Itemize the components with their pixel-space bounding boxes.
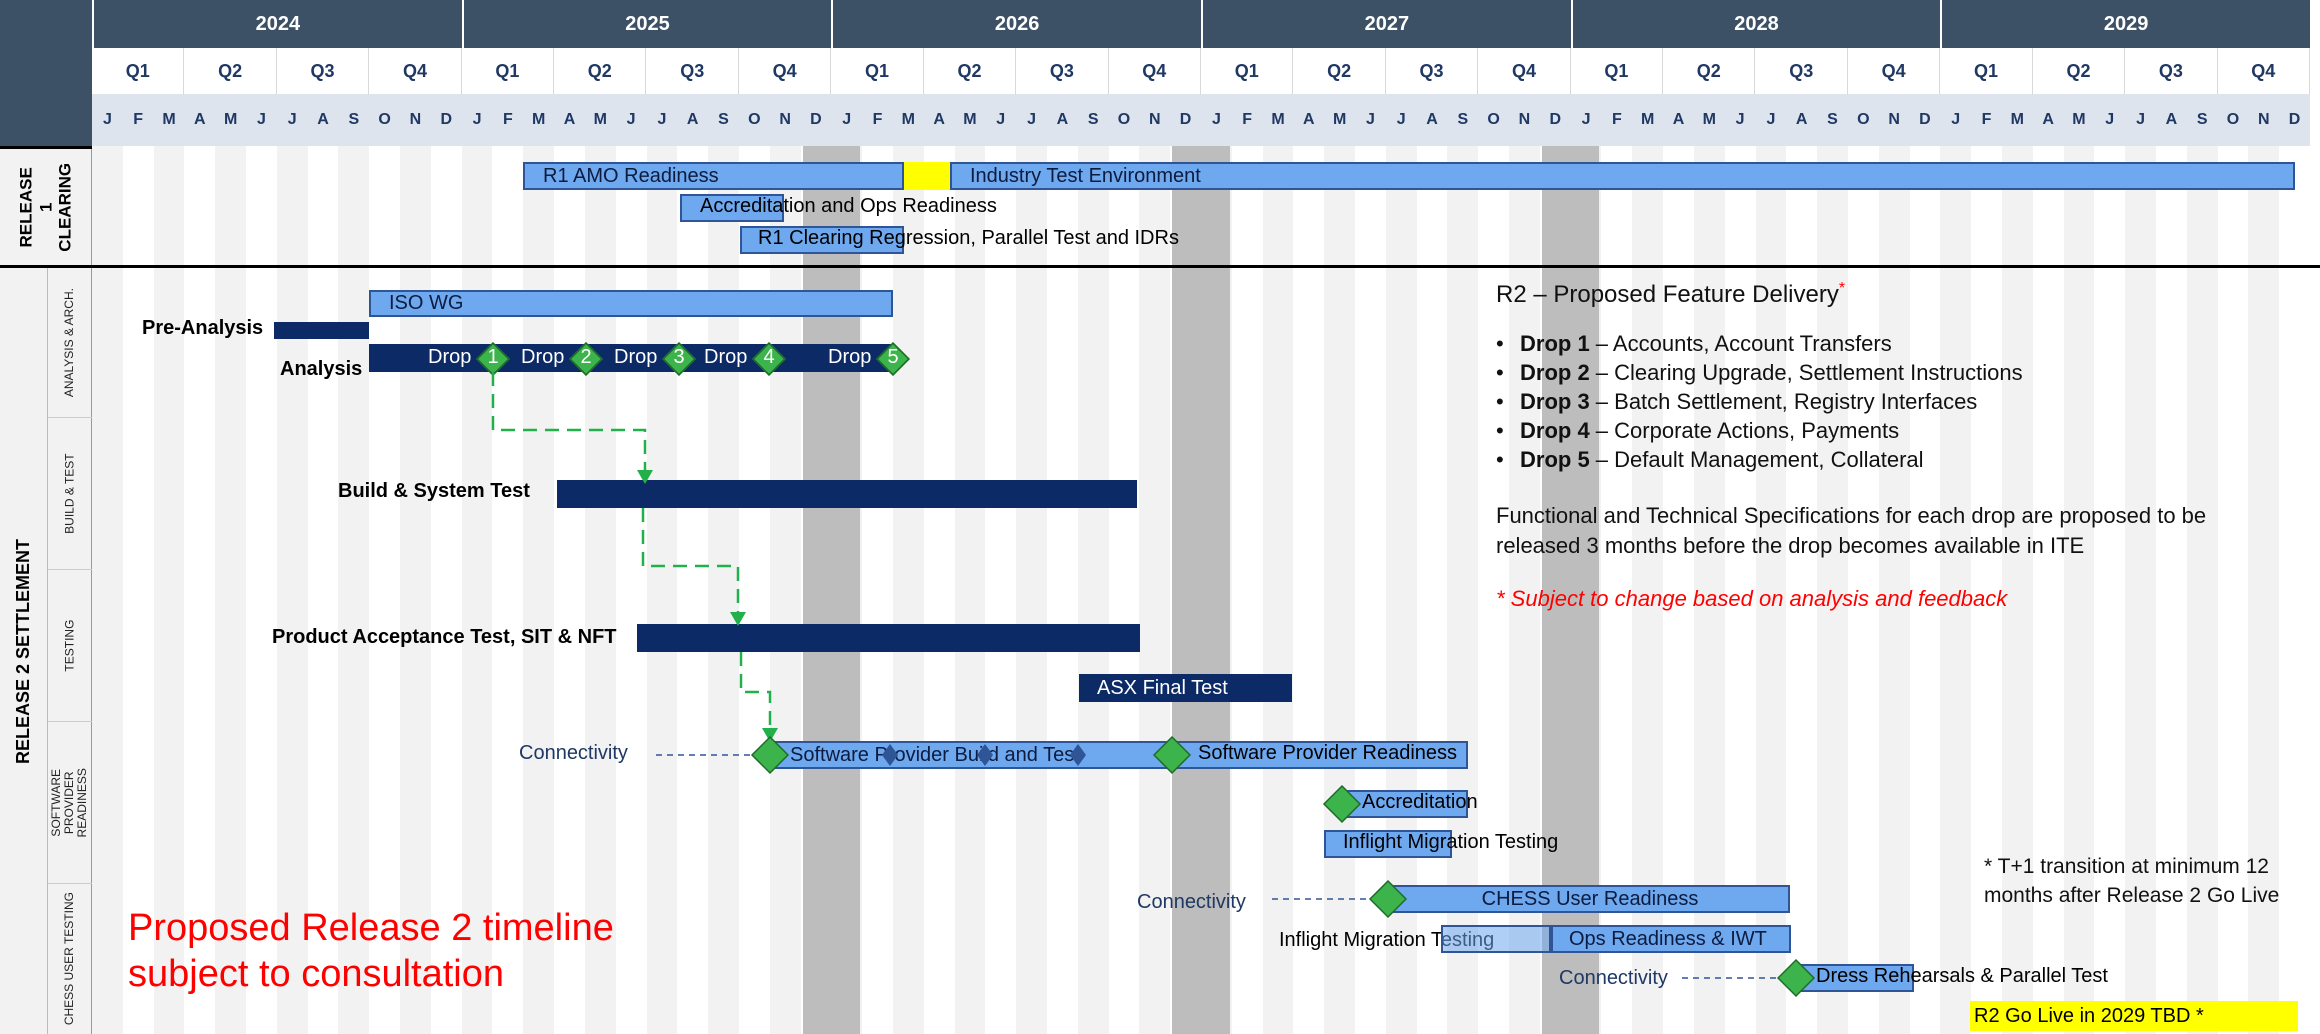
feature-panel-title: R2 – Proposed Feature Delivery* [1496, 280, 2296, 309]
arrow-head-2 [730, 612, 746, 626]
chess-connectivity-milestone [1368, 879, 1408, 919]
t1-transition-note: * T+1 transition at minimum 12 months af… [1984, 855, 2280, 908]
feature-drop-desc: – Accounts, Account Transfers [1589, 331, 1892, 356]
dependency-arrows [491, 372, 772, 728]
dress-rehearsals-milestone [1776, 958, 1816, 998]
feature-item: Drop 3 – Batch Settlement, Registry Inte… [1496, 389, 2296, 415]
feature-drop-desc: – Default Management, Collateral [1589, 447, 1924, 472]
arrow-head-1 [637, 470, 653, 484]
timeline-diagram: 2024 2025 2026 2027 2028 2029 Q1 Q2 Q3 Q4 Q1 Q2 Q3 Q… [0, 0, 2320, 1034]
feature-title-asterisk: * [1838, 280, 1846, 297]
feature-title-text: R2 – Proposed Feature Delivery [1496, 281, 1839, 308]
feature-item: Drop 5 – Default Management, Collateral [1496, 447, 2296, 473]
feature-drop-name: Drop 1 [1520, 331, 1590, 356]
feature-specs-text: Functional and Technical Specifications … [1496, 503, 2207, 558]
connectivity-dashes [656, 754, 1782, 979]
sp-sub-milestone-2 [977, 744, 993, 766]
arrow-pat-sp [739, 652, 772, 728]
sp-sub-milestone-1 [882, 744, 898, 766]
arrow-heads [637, 470, 778, 742]
feature-note-text: * Subject to change based on analysis an… [1496, 586, 2008, 612]
sp-sub-milestone-3 [1070, 744, 1086, 766]
feature-drop-desc: – Corporate Actions, Payments [1589, 418, 1900, 443]
feature-drop-desc: – Clearing Upgrade, Settlement Instructi… [1589, 360, 2023, 385]
sp-sub-milestones [882, 744, 1086, 766]
go-live-badge: R2 Go Live in 2029 TBD * [1970, 1001, 2298, 1031]
milestone-diamonds [750, 735, 1816, 998]
feature-item: Drop 2 – Clearing Upgrade, Settlement In… [1496, 360, 2296, 386]
arrow-drop1-build [491, 372, 647, 470]
sp-readiness-milestone [1152, 735, 1192, 775]
feature-item: Drop 4 – Corporate Actions, Payments [1496, 418, 2296, 444]
feature-drop-name: Drop 2 [1520, 360, 1590, 385]
feature-drop-name: Drop 3 [1520, 389, 1590, 414]
feature-drop-desc: – Batch Settlement, Registry Interfaces [1589, 389, 1978, 414]
sp-start-milestone [750, 735, 790, 775]
feature-drop-name: Drop 4 [1520, 418, 1590, 443]
feature-list: Drop 1 – Accounts, Account TransfersDrop… [1496, 331, 2296, 473]
feature-item: Drop 1 – Accounts, Account Transfers [1496, 331, 2296, 357]
feature-drop-name: Drop 5 [1520, 447, 1590, 472]
arrow-build-pat [641, 508, 740, 612]
consultation-watermark: Proposed Release 2 timeline subject to c… [128, 907, 614, 995]
sp-accreditation-milestone [1322, 784, 1362, 824]
feature-delivery-panel: R2 – Proposed Feature Delivery* Drop 1 –… [1496, 280, 2296, 612]
